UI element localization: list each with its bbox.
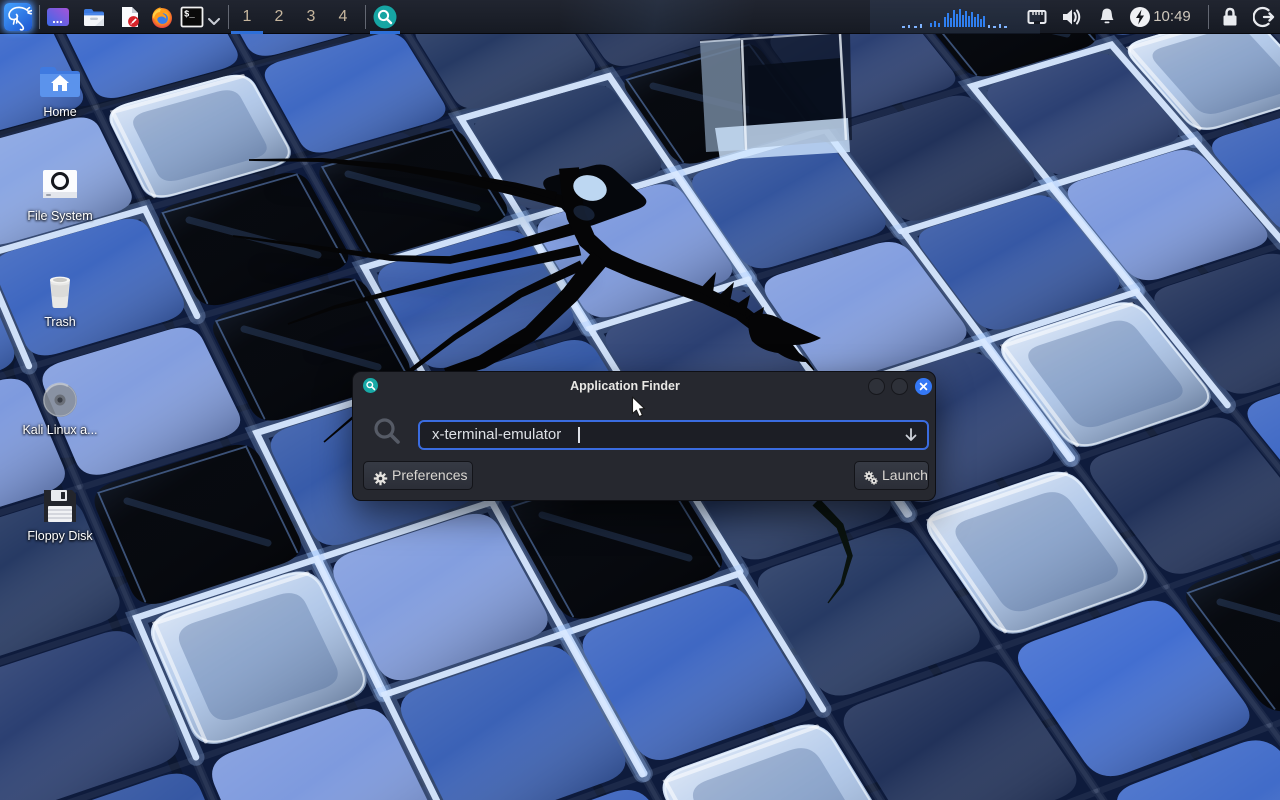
- svg-text:$_: $_: [184, 10, 195, 20]
